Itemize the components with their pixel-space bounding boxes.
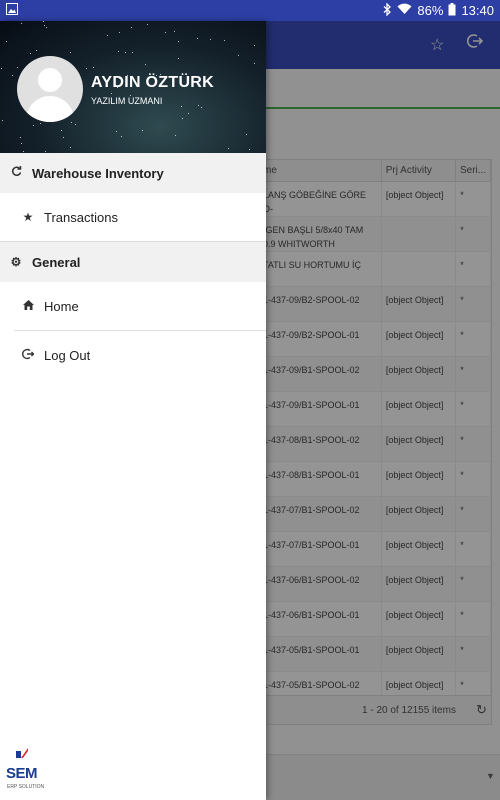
star-dot	[210, 39, 211, 40]
star-dot	[70, 147, 71, 148]
navigation-drawer: AYDIN ÖZTÜRK YAZILIM UZMANI Warehouse In…	[0, 21, 266, 800]
star-icon: ★	[22, 210, 34, 224]
section-general[interactable]: ⚙ General	[0, 242, 266, 282]
star-dot	[46, 27, 47, 28]
star-dot	[181, 106, 182, 107]
menu-item-label: Log Out	[44, 347, 91, 363]
star-dot	[201, 107, 202, 108]
logo-subtext: ERP SOLUTION	[7, 784, 45, 790]
logo-mark	[16, 748, 28, 758]
star-dot	[17, 67, 18, 68]
wifi-icon	[397, 3, 412, 18]
menu-item-label: Home	[44, 298, 79, 314]
section-label: General	[32, 254, 81, 270]
star-dot	[116, 131, 117, 132]
status-bar: 86% 13:40	[0, 0, 500, 21]
star-dot	[142, 130, 143, 131]
avatar-body	[26, 96, 74, 122]
bluetooth-icon	[383, 1, 392, 19]
star-dot	[147, 24, 148, 25]
image-icon	[6, 3, 18, 18]
star-dot	[71, 122, 72, 123]
star-dot	[30, 53, 31, 54]
star-dot	[182, 118, 183, 119]
star-dot	[254, 45, 255, 46]
star-dot	[36, 50, 37, 51]
star-dot	[23, 151, 24, 152]
star-dot	[45, 151, 46, 152]
star-dot	[2, 120, 3, 121]
battery-icon	[448, 2, 456, 19]
star-dot	[246, 134, 247, 135]
logout-icon	[0, 348, 44, 363]
logo-text: SEM	[6, 765, 38, 782]
star-dot	[107, 35, 108, 36]
star-dot	[33, 125, 34, 126]
star-dot	[224, 40, 225, 41]
star-dot	[93, 67, 94, 68]
star-dot	[1, 68, 2, 69]
star-dot	[188, 113, 189, 114]
star-dot	[178, 58, 179, 59]
star-dot	[21, 143, 22, 144]
menu-item-label: Transactions	[44, 209, 118, 225]
section-label: Warehouse Inventory	[32, 165, 164, 181]
star-dot	[21, 23, 22, 24]
star-dot	[254, 63, 255, 64]
section-warehouse-inventory[interactable]: Warehouse Inventory	[0, 153, 266, 193]
menu-item-logout[interactable]: Log Out	[0, 331, 266, 379]
star-dot	[238, 55, 239, 56]
menu-item-transactions[interactable]: ★ Transactions	[0, 193, 266, 241]
star-dot	[12, 75, 13, 76]
star-dot	[44, 25, 45, 26]
star-dot	[121, 136, 122, 137]
star-dot	[111, 93, 112, 94]
star-dot	[197, 38, 198, 39]
star-dot	[228, 148, 229, 149]
star-dot	[63, 137, 64, 138]
star-dot	[165, 32, 166, 33]
refresh-icon	[0, 166, 32, 180]
star-dot	[70, 52, 71, 53]
star-dot	[6, 41, 7, 42]
star-dot	[125, 52, 126, 53]
home-icon	[0, 299, 44, 313]
star-dot	[61, 130, 62, 131]
star-dot	[198, 105, 199, 106]
menu-item-home[interactable]: Home	[0, 282, 266, 330]
star-dot	[86, 68, 87, 69]
user-title: YAZILIM UZMANI	[91, 96, 163, 106]
star-dot	[75, 124, 76, 125]
clock: 13:40	[461, 3, 494, 18]
star-dot	[40, 123, 41, 124]
battery-percent: 86%	[417, 3, 444, 18]
star-dot	[118, 51, 119, 52]
star-dot	[178, 41, 179, 42]
gear-icon: ⚙	[10, 255, 22, 269]
star-dot	[131, 27, 132, 28]
avatar-head	[38, 68, 62, 92]
avatar[interactable]	[17, 56, 83, 122]
star-dot	[175, 135, 176, 136]
star-dot	[20, 137, 21, 138]
star-dot	[249, 149, 250, 150]
star-dot	[132, 52, 133, 53]
star-dot	[174, 31, 175, 32]
drawer-header: AYDIN ÖZTÜRK YAZILIM UZMANI	[0, 21, 266, 153]
star-dot	[43, 21, 44, 22]
star-dot	[145, 64, 146, 65]
star-dot	[119, 32, 120, 33]
user-name: AYDIN ÖZTÜRK	[91, 74, 215, 91]
company-logo: SEM ERP SOLUTION	[6, 748, 50, 796]
